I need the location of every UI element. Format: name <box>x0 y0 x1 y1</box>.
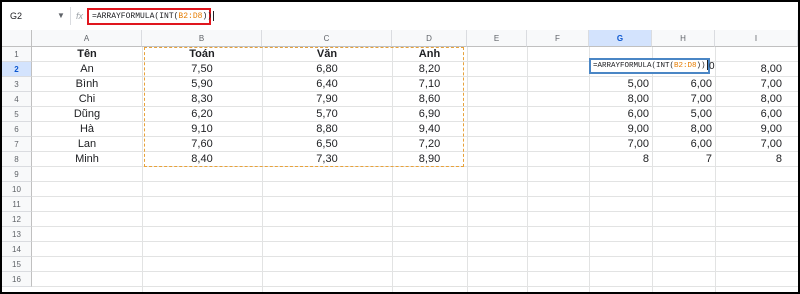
formula-text: =ARRAYFORMULA(INT( <box>92 12 179 21</box>
cell-d4[interactable]: 8,60 <box>392 92 467 107</box>
cell-a1[interactable]: Tên <box>32 47 142 62</box>
row-header-7[interactable]: 7 <box>2 137 32 152</box>
cell-g4[interactable]: 8,00 <box>589 92 652 107</box>
cell-i2[interactable]: 8,00 <box>715 62 785 77</box>
column-header-f[interactable]: F <box>527 30 589 47</box>
cell-d6[interactable]: 9,40 <box>392 122 467 137</box>
text-cursor <box>213 10 215 21</box>
row-header-14[interactable]: 14 <box>2 242 32 257</box>
fx-icon: fx <box>76 11 84 21</box>
text-cursor <box>706 60 708 71</box>
spreadsheet-window: G2 ▼ fx =ARRAYFORMULA(INT(B2:D8)) A B C … <box>0 0 800 294</box>
cell-h7[interactable]: 6,00 <box>652 137 715 152</box>
column-header-d[interactable]: D <box>392 30 467 47</box>
row-header-6[interactable]: 6 <box>2 122 32 137</box>
cell-g3[interactable]: 5,00 <box>589 77 652 92</box>
column-header-g[interactable]: G <box>589 30 652 47</box>
cell-c5[interactable]: 5,70 <box>262 107 392 122</box>
cell-d7[interactable]: 7,20 <box>392 137 467 152</box>
cell-b6[interactable]: 9,10 <box>142 122 262 137</box>
row-header-2[interactable]: 2 <box>2 62 32 77</box>
row-header-10[interactable]: 10 <box>2 182 32 197</box>
row-header-16[interactable]: 16 <box>2 272 32 287</box>
cell-g5[interactable]: 6,00 <box>589 107 652 122</box>
cell-i4[interactable]: 8,00 <box>715 92 785 107</box>
cell-c2[interactable]: 6,80 <box>262 62 392 77</box>
cell-b7[interactable]: 7,60 <box>142 137 262 152</box>
column-header-c[interactable]: C <box>262 30 392 47</box>
column-header-a[interactable]: A <box>32 30 142 47</box>
cell-h8[interactable]: 7 <box>652 152 715 167</box>
divider <box>70 7 71 25</box>
formula-bar: G2 ▼ fx =ARRAYFORMULA(INT(B2:D8)) <box>2 2 798 31</box>
cell-i5[interactable]: 6,00 <box>715 107 785 122</box>
cell-c6[interactable]: 8,80 <box>262 122 392 137</box>
cell-g7[interactable]: 7,00 <box>589 137 652 152</box>
active-cell-formula: =ARRAYFORMULA(INT( <box>593 62 675 70</box>
cell-i3[interactable]: 7,00 <box>715 77 785 92</box>
cell-c8[interactable]: 7,30 <box>262 152 392 167</box>
cell-g8[interactable]: 8 <box>589 152 652 167</box>
cell-b8[interactable]: 8,40 <box>142 152 262 167</box>
row-header-5[interactable]: 5 <box>2 107 32 122</box>
formula-range: B2:D8 <box>178 12 203 21</box>
cell-d1[interactable]: Anh <box>392 47 467 62</box>
cell-b2[interactable]: 7,50 <box>142 62 262 77</box>
active-cell-formula-suffix: )) <box>696 62 706 70</box>
cell-i7[interactable]: 7,00 <box>715 137 785 152</box>
formula-input[interactable]: =ARRAYFORMULA(INT(B2:D8)) <box>87 8 215 25</box>
cell-a3[interactable]: Bình <box>32 77 142 92</box>
cell-c1[interactable]: Văn <box>262 47 392 62</box>
cell-c7[interactable]: 6,50 <box>262 137 392 152</box>
cell-i8[interactable]: 8 <box>715 152 785 167</box>
cell-h6[interactable]: 8,00 <box>652 122 715 137</box>
column-header-h[interactable]: H <box>652 30 715 47</box>
cell-b3[interactable]: 5,90 <box>142 77 262 92</box>
column-header-i[interactable]: I <box>715 30 798 47</box>
cell-c4[interactable]: 7,90 <box>262 92 392 107</box>
row-header-1[interactable]: 1 <box>2 47 32 62</box>
active-cell-formula-range: B2:D8 <box>674 62 697 70</box>
cell-a7[interactable]: Lan <box>32 137 142 152</box>
column-header-b[interactable]: B <box>142 30 262 47</box>
formula-suffix: )) <box>202 12 213 21</box>
cell-d8[interactable]: 8,90 <box>392 152 467 167</box>
cell-a6[interactable]: Hà <box>32 122 142 137</box>
cell-i6[interactable]: 9,00 <box>715 122 785 137</box>
row-header-4[interactable]: 4 <box>2 92 32 107</box>
row-header-9[interactable]: 9 <box>2 167 32 182</box>
name-box-dropdown-icon[interactable]: ▼ <box>57 8 65 24</box>
active-cell-g2[interactable]: =ARRAYFORMULA(INT(B2:D8)) <box>589 58 710 74</box>
cell-d5[interactable]: 6,90 <box>392 107 467 122</box>
row-header-12[interactable]: 12 <box>2 212 32 227</box>
cell-h2-partial: 0 <box>709 61 715 72</box>
cell-b1[interactable]: Toán <box>142 47 262 62</box>
row-header-3[interactable]: 3 <box>2 77 32 92</box>
cell-a8[interactable]: Minh <box>32 152 142 167</box>
cell-b5[interactable]: 6,20 <box>142 107 262 122</box>
cell-g6[interactable]: 9,00 <box>589 122 652 137</box>
cell-a2[interactable]: An <box>32 62 142 77</box>
select-all-corner[interactable] <box>2 30 32 47</box>
cell-c3[interactable]: 6,40 <box>262 77 392 92</box>
name-box[interactable]: G2 <box>10 8 60 24</box>
row-header-11[interactable]: 11 <box>2 197 32 212</box>
cell-a4[interactable]: Chi <box>32 92 142 107</box>
row-header-13[interactable]: 13 <box>2 227 32 242</box>
cell-d3[interactable]: 7,10 <box>392 77 467 92</box>
cell-d2[interactable]: 8,20 <box>392 62 467 77</box>
row-header-15[interactable]: 15 <box>2 257 32 272</box>
cell-h5[interactable]: 5,00 <box>652 107 715 122</box>
row-header-8[interactable]: 8 <box>2 152 32 167</box>
cell-b4[interactable]: 8,30 <box>142 92 262 107</box>
column-header-e[interactable]: E <box>467 30 527 47</box>
cell-h3[interactable]: 6,00 <box>652 77 715 92</box>
cell-a5[interactable]: Dũng <box>32 107 142 122</box>
cell-h4[interactable]: 7,00 <box>652 92 715 107</box>
